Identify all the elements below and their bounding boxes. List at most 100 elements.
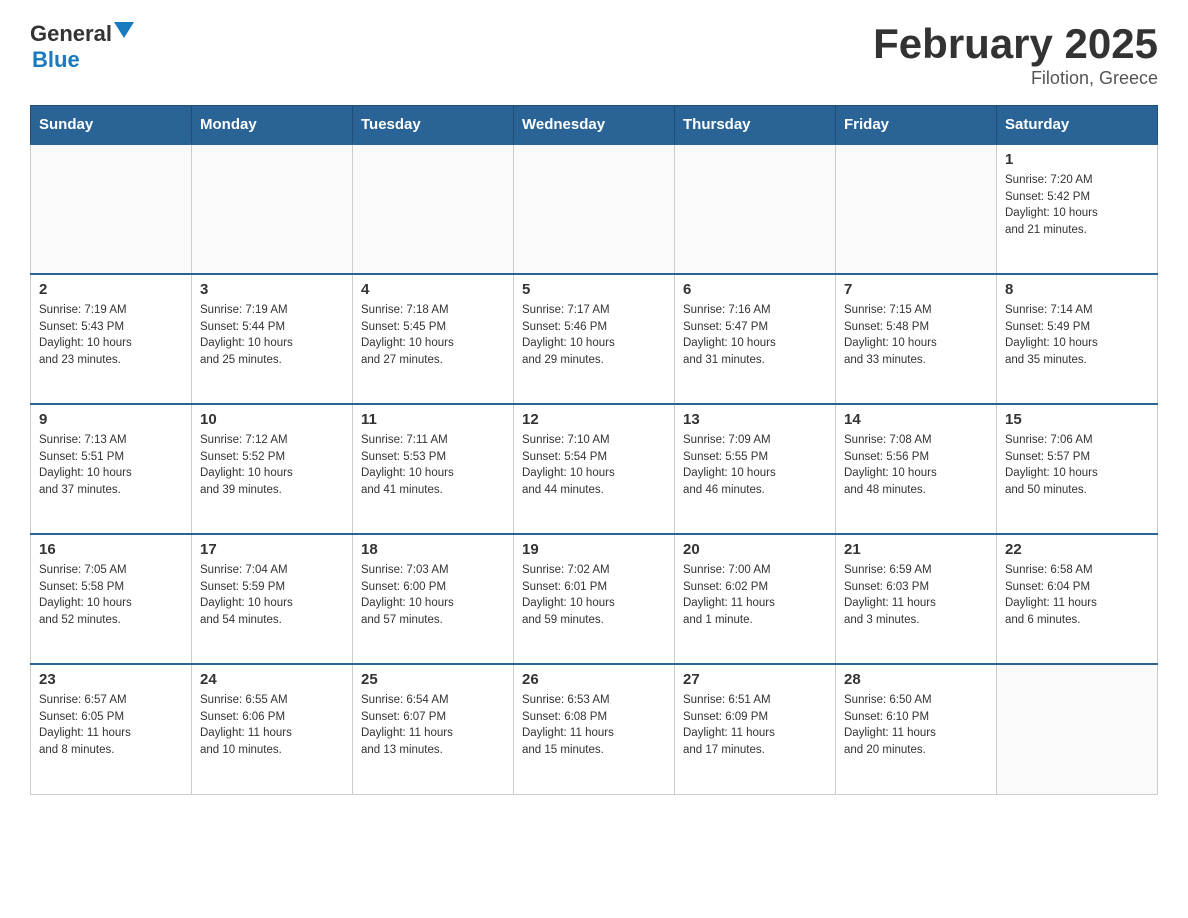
day-number: 20 — [683, 541, 827, 558]
day-number: 8 — [1005, 281, 1149, 298]
header-cell-sunday: Sunday — [31, 106, 192, 145]
day-cell — [514, 144, 675, 274]
header-cell-thursday: Thursday — [675, 106, 836, 145]
day-cell: 10 Sunrise: 7:12 AMSunset: 5:52 PMDayligh… — [192, 404, 353, 534]
day-cell: 26Sunrise: 6:53 AMSunset: 6:08 PMDayligh… — [514, 664, 675, 794]
day-number: 1 — [1005, 151, 1149, 168]
day-cell: 28 Sunrise: 6:50 AMSunset: 6:10 PMDayligh… — [836, 664, 997, 794]
day-number: 19 — [522, 541, 666, 558]
day-number: 2 — [39, 281, 183, 298]
day-cell — [31, 144, 192, 274]
calendar-header: SundayMondayTuesdayWednesdayThursdayFrid… — [31, 106, 1158, 145]
day-cell: 18 Sunrise: 7:03 AMSunset: 6:00 PMDayligh… — [353, 534, 514, 664]
day-number: 21 — [844, 541, 988, 558]
day-cell: 25 Sunrise: 6:54 AMSunset: 6:07 PMDayligh… — [353, 664, 514, 794]
day-info: Sunrise: 6:54 AMSunset: 6:07 PMDaylight:… — [361, 692, 505, 759]
day-info: Sunrise: 7:10 AMSunset: 5:54 PMDaylight:… — [522, 432, 666, 499]
day-number: 18 — [361, 541, 505, 558]
day-cell — [192, 144, 353, 274]
day-cell: 1 Sunrise: 7:20 AMSunset: 5:42 PMDaylight… — [997, 144, 1158, 274]
day-info: Sunrise: 6:50 AMSunset: 6:10 PMDaylight:… — [844, 692, 988, 759]
day-cell: 16 Sunrise: 7:05 AMSunset: 5:58 PMDayligh… — [31, 534, 192, 664]
day-number: 13 — [683, 411, 827, 428]
header-cell-monday: Monday — [192, 106, 353, 145]
day-number: 17 — [200, 541, 344, 558]
day-info: Sunrise: 6:53 AMSunset: 6:08 PMDaylight:… — [522, 692, 666, 759]
day-cell: 24Sunrise: 6:55 AMSunset: 6:06 PMDayligh… — [192, 664, 353, 794]
day-cell: 7 Sunrise: 7:15 AMSunset: 5:48 PMDaylight… — [836, 274, 997, 404]
day-info: Sunrise: 7:19 AMSunset: 5:44 PMDaylight:… — [200, 302, 344, 369]
header-cell-tuesday: Tuesday — [353, 106, 514, 145]
day-info: Sunrise: 7:11 AMSunset: 5:53 PMDaylight:… — [361, 432, 505, 499]
day-info: Sunrise: 7:09 AMSunset: 5:55 PMDaylight:… — [683, 432, 827, 499]
day-cell: 19 Sunrise: 7:02 AMSunset: 6:01 PMDayligh… — [514, 534, 675, 664]
day-cell — [836, 144, 997, 274]
day-cell: 5 Sunrise: 7:17 AMSunset: 5:46 PMDaylight… — [514, 274, 675, 404]
header-cell-wednesday: Wednesday — [514, 106, 675, 145]
day-number: 5 — [522, 281, 666, 298]
day-info: Sunrise: 7:08 AMSunset: 5:56 PMDaylight:… — [844, 432, 988, 499]
day-cell: 3 Sunrise: 7:19 AMSunset: 5:44 PMDaylight… — [192, 274, 353, 404]
day-number: 11 — [361, 411, 505, 428]
day-info: Sunrise: 7:16 AMSunset: 5:47 PMDaylight:… — [683, 302, 827, 369]
day-info: Sunrise: 7:13 AMSunset: 5:51 PMDaylight:… — [39, 432, 183, 499]
day-info: Sunrise: 7:02 AMSunset: 6:01 PMDaylight:… — [522, 562, 666, 629]
page-header: General Blue February 2025 Filotion, Gre… — [30, 20, 1158, 89]
calendar-table: SundayMondayTuesdayWednesdayThursdayFrid… — [30, 105, 1158, 795]
day-number: 28 — [844, 671, 988, 688]
day-cell: 12 Sunrise: 7:10 AMSunset: 5:54 PMDayligh… — [514, 404, 675, 534]
day-cell: 27Sunrise: 6:51 AMSunset: 6:09 PMDayligh… — [675, 664, 836, 794]
day-number: 10 — [200, 411, 344, 428]
day-cell — [675, 144, 836, 274]
day-number: 12 — [522, 411, 666, 428]
day-number: 27 — [683, 671, 827, 688]
logo: General Blue — [30, 20, 134, 73]
day-info: Sunrise: 7:17 AMSunset: 5:46 PMDaylight:… — [522, 302, 666, 369]
day-info: Sunrise: 6:55 AMSunset: 6:06 PMDaylight:… — [200, 692, 344, 759]
day-number: 7 — [844, 281, 988, 298]
day-number: 3 — [200, 281, 344, 298]
day-cell — [353, 144, 514, 274]
day-info: Sunrise: 6:59 AMSunset: 6:03 PMDaylight:… — [844, 562, 988, 629]
week-row-1: 1 Sunrise: 7:20 AMSunset: 5:42 PMDaylight… — [31, 144, 1158, 274]
week-row-4: 16 Sunrise: 7:05 AMSunset: 5:58 PMDayligh… — [31, 534, 1158, 664]
day-cell: 9Sunrise: 7:13 AMSunset: 5:51 PMDaylight… — [31, 404, 192, 534]
day-cell: 17 Sunrise: 7:04 AMSunset: 5:59 PMDayligh… — [192, 534, 353, 664]
header-cell-friday: Friday — [836, 106, 997, 145]
day-cell: 8 Sunrise: 7:14 AMSunset: 5:49 PMDaylight… — [997, 274, 1158, 404]
day-cell: 6Sunrise: 7:16 AMSunset: 5:47 PMDaylight… — [675, 274, 836, 404]
day-cell: 2Sunrise: 7:19 AMSunset: 5:43 PMDaylight… — [31, 274, 192, 404]
day-info: Sunrise: 7:14 AMSunset: 5:49 PMDaylight:… — [1005, 302, 1149, 369]
day-cell: 11 Sunrise: 7:11 AMSunset: 5:53 PMDayligh… — [353, 404, 514, 534]
day-info: Sunrise: 7:12 AMSunset: 5:52 PMDaylight:… — [200, 432, 344, 499]
day-number: 25 — [361, 671, 505, 688]
day-info: Sunrise: 7:06 AMSunset: 5:57 PMDaylight:… — [1005, 432, 1149, 499]
day-number: 15 — [1005, 411, 1149, 428]
day-info: Sunrise: 7:00 AMSunset: 6:02 PMDaylight:… — [683, 562, 827, 629]
day-cell: 23 Sunrise: 6:57 AMSunset: 6:05 PMDayligh… — [31, 664, 192, 794]
day-info: Sunrise: 7:20 AMSunset: 5:42 PMDaylight:… — [1005, 172, 1149, 239]
day-cell: 20 Sunrise: 7:00 AMSunset: 6:02 PMDayligh… — [675, 534, 836, 664]
title-block: February 2025 Filotion, Greece — [873, 20, 1158, 89]
day-cell: 21 Sunrise: 6:59 AMSunset: 6:03 PMDayligh… — [836, 534, 997, 664]
day-cell: 22Sunrise: 6:58 AMSunset: 6:04 PMDayligh… — [997, 534, 1158, 664]
day-cell: 4Sunrise: 7:18 AMSunset: 5:45 PMDaylight… — [353, 274, 514, 404]
day-number: 14 — [844, 411, 988, 428]
logo-arrow-icon — [114, 22, 134, 42]
day-info: Sunrise: 7:15 AMSunset: 5:48 PMDaylight:… — [844, 302, 988, 369]
day-cell: 14 Sunrise: 7:08 AMSunset: 5:56 PMDayligh… — [836, 404, 997, 534]
page-title: February 2025 — [873, 20, 1158, 68]
day-cell: 15 Sunrise: 7:06 AMSunset: 5:57 PMDayligh… — [997, 404, 1158, 534]
day-cell: 13 Sunrise: 7:09 AMSunset: 5:55 PMDayligh… — [675, 404, 836, 534]
day-info: Sunrise: 7:03 AMSunset: 6:00 PMDaylight:… — [361, 562, 505, 629]
header-row: SundayMondayTuesdayWednesdayThursdayFrid… — [31, 106, 1158, 145]
week-row-5: 23 Sunrise: 6:57 AMSunset: 6:05 PMDayligh… — [31, 664, 1158, 794]
day-info: Sunrise: 6:57 AMSunset: 6:05 PMDaylight:… — [39, 692, 183, 759]
header-cell-saturday: Saturday — [997, 106, 1158, 145]
logo-blue: Blue — [32, 47, 80, 73]
day-number: 16 — [39, 541, 183, 558]
day-info: Sunrise: 6:58 AMSunset: 6:04 PMDaylight:… — [1005, 562, 1149, 629]
day-number: 23 — [39, 671, 183, 688]
day-info: Sunrise: 7:05 AMSunset: 5:58 PMDaylight:… — [39, 562, 183, 629]
day-info: Sunrise: 7:04 AMSunset: 5:59 PMDaylight:… — [200, 562, 344, 629]
